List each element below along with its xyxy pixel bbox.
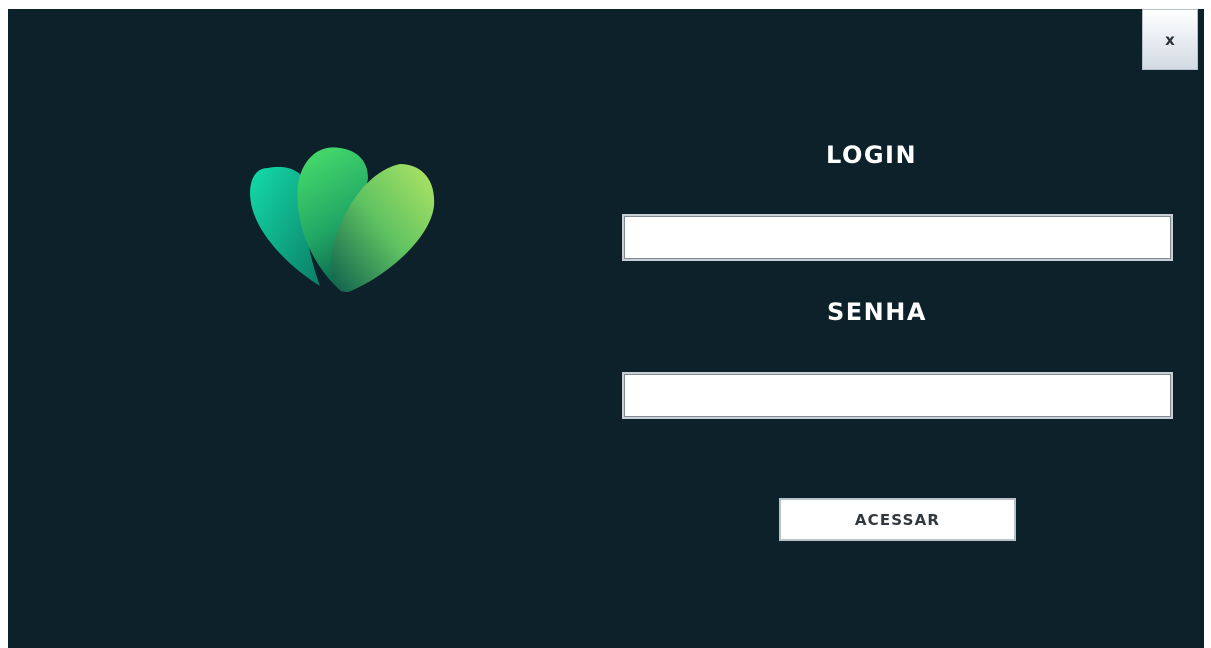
- close-label: x: [1165, 30, 1175, 49]
- login-input[interactable]: [622, 214, 1173, 261]
- login-window: x LOGIN SENHA ACESSAR: [8, 9, 1204, 648]
- leaf-heart-logo-icon: [250, 147, 435, 293]
- password-label: SENHA: [827, 298, 927, 326]
- password-input[interactable]: [622, 372, 1173, 419]
- login-label: LOGIN: [826, 141, 918, 169]
- access-button[interactable]: ACESSAR: [779, 498, 1016, 541]
- close-button[interactable]: x: [1142, 9, 1198, 70]
- access-button-label: ACESSAR: [854, 510, 941, 529]
